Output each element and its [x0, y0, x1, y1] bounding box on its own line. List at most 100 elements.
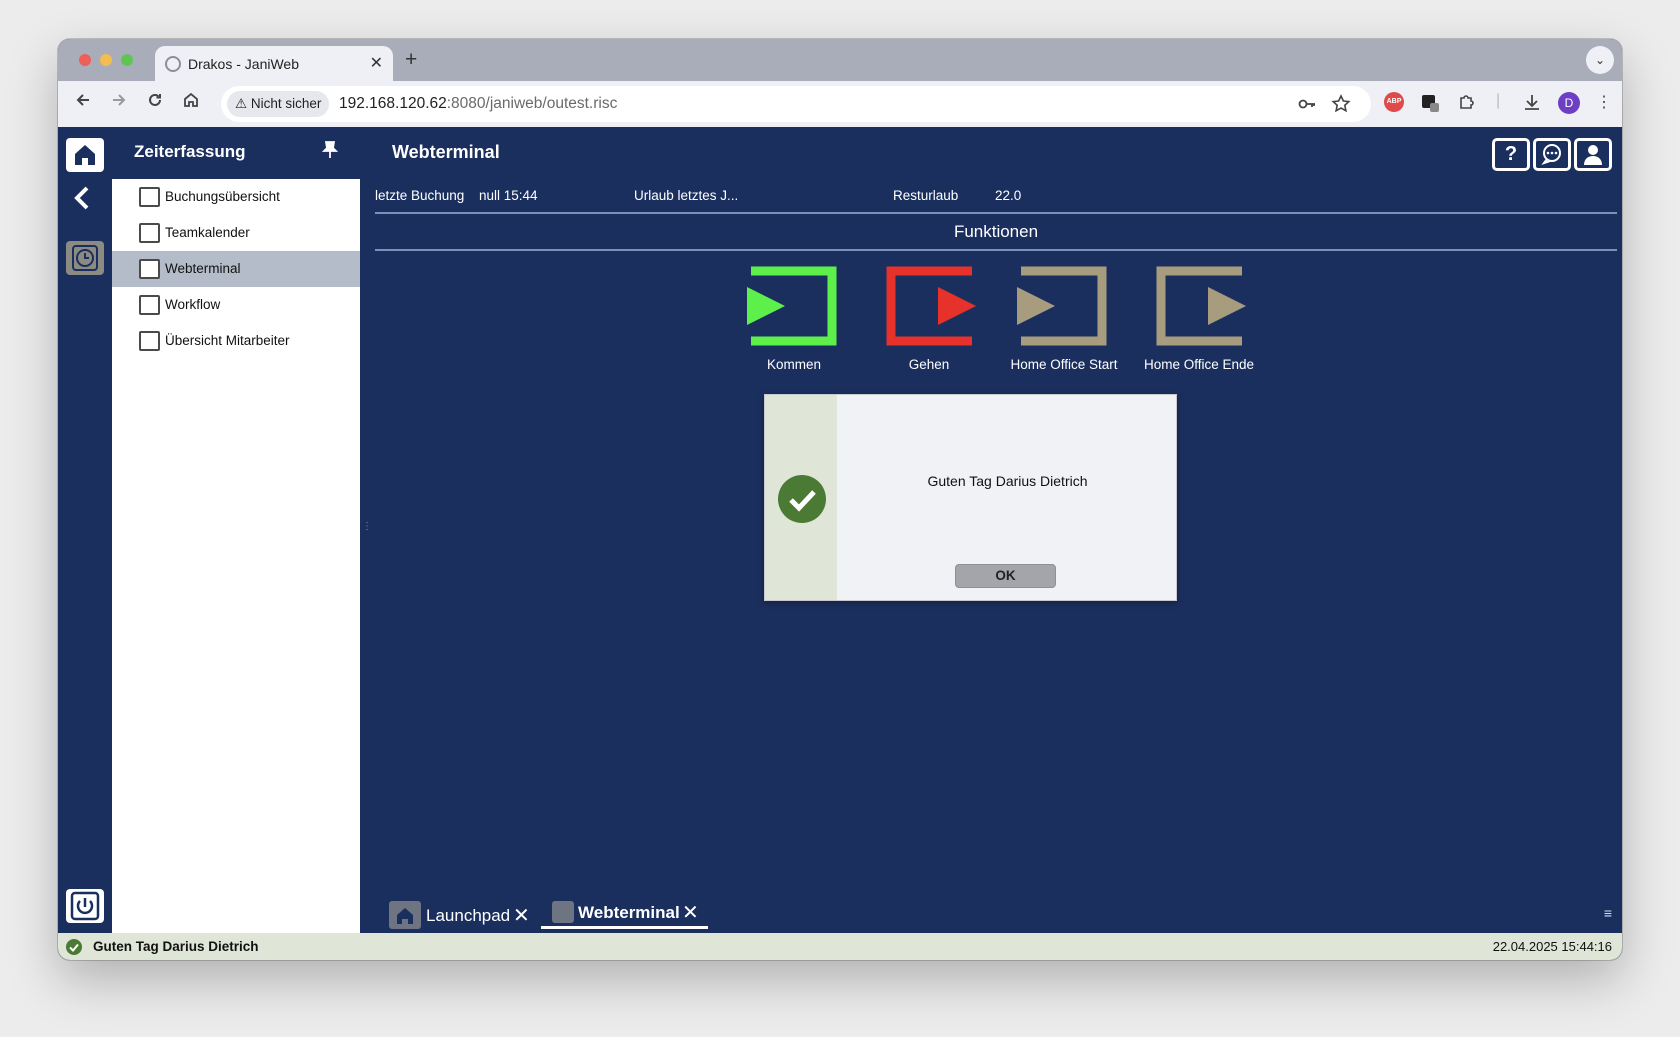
sidebar-item-label: Webterminal	[165, 261, 241, 276]
divider	[375, 212, 1617, 214]
function-home-office-start-button[interactable]: Home Office Start	[1010, 263, 1118, 372]
function-kommen-button[interactable]: Kommen	[747, 263, 841, 372]
function-gehen-button[interactable]: Gehen	[882, 263, 976, 372]
calendar-icon	[139, 223, 160, 243]
user-profile-button[interactable]	[1574, 138, 1612, 171]
adblock-icon[interactable]: ABP	[1384, 92, 1404, 112]
home-office-start-icon	[1017, 266, 1107, 346]
booking-overview-icon	[139, 187, 160, 207]
site-favicon-icon	[165, 56, 181, 72]
url-host: 192.168.120.62	[339, 95, 447, 112]
success-check-icon	[778, 475, 826, 523]
rail-time-tracking-button[interactable]	[66, 241, 104, 275]
bookmark-star-icon[interactable]	[1331, 94, 1351, 119]
terminal-icon	[552, 901, 574, 923]
security-chip[interactable]: ⚠ Nicht sicher	[227, 91, 330, 117]
sidebar-item-uebersicht-mitarbeiter[interactable]: Übersicht Mitarbeiter	[112, 323, 360, 359]
forward-icon[interactable]	[106, 91, 132, 114]
rail-home-button[interactable]	[66, 138, 104, 172]
tab-search-button[interactable]: ⌄	[1586, 46, 1614, 74]
browser-tab-title: Drakos - JaniWeb	[188, 56, 300, 72]
sidebar-item-label: Teamkalender	[165, 225, 250, 240]
help-button[interactable]: ?	[1492, 138, 1530, 171]
close-icon[interactable]: ✕	[513, 903, 530, 928]
function-label: Gehen	[908, 357, 950, 372]
remaining-vacation-label: Resturlaub	[893, 188, 959, 203]
tab-label: Launchpad	[426, 906, 511, 925]
remaining-vacation-value: 22.0	[995, 188, 1022, 203]
sidebar: Buchungsübersicht Teamkalender Webtermin…	[112, 179, 360, 933]
tab-launchpad[interactable]: Launchpad ✕	[389, 899, 530, 931]
address-bar[interactable]: ⚠ Nicht sicher 192.168.120.62:8080/janiw…	[221, 86, 1371, 122]
status-message: Guten Tag Darius Dietrich	[93, 939, 259, 954]
tab-menu-icon[interactable]: ≡	[1604, 905, 1612, 921]
splitter-handle[interactable]: ⋮	[362, 521, 372, 532]
view-title: Webterminal	[392, 142, 500, 162]
workflow-icon	[139, 295, 160, 315]
extension-puzzle-badge-icon[interactable]	[1420, 92, 1442, 119]
terminal-icon	[139, 259, 160, 279]
workspace-tabs: Launchpad ✕ Webterminal ✕ ≡	[363, 893, 1622, 933]
function-home-office-ende-button[interactable]: Home Office Ende	[1144, 263, 1254, 372]
logout-button[interactable]	[66, 889, 104, 923]
maximize-window-button[interactable]	[121, 54, 133, 66]
home-icon	[75, 145, 95, 165]
function-label: Home Office Ende	[1143, 357, 1255, 372]
tab-label: Webterminal	[578, 903, 680, 922]
divider	[375, 249, 1617, 251]
status-bar: Guten Tag Darius Dietrich 22.04.2025 15:…	[58, 933, 1622, 960]
booking-info-row: letzte Buchung null 15:44 Urlaub letztes…	[375, 179, 1617, 212]
sidebar-item-label: Buchungsübersicht	[165, 189, 280, 204]
home-icon	[389, 901, 421, 929]
function-label: Kommen	[766, 357, 822, 372]
download-icon[interactable]	[1522, 92, 1542, 117]
more-menu-icon[interactable]: ⋮	[1596, 92, 1612, 112]
browser-tab-strip: Drakos - JaniWeb ✕ + ⌄	[58, 39, 1622, 81]
url-text[interactable]: 192.168.120.62:8080/janiweb/outest.risc	[339, 95, 617, 113]
chat-icon	[1541, 144, 1561, 165]
last-booking-label: letzte Buchung	[375, 188, 465, 203]
toolbar-divider: |	[1496, 92, 1501, 109]
app-title: Zeiterfassung	[134, 142, 246, 161]
clock-icon	[72, 245, 98, 271]
clock-in-icon	[747, 266, 837, 346]
sidebar-item-label: Übersicht Mitarbeiter	[165, 333, 290, 348]
last-booking-value: null 15:44	[479, 188, 538, 203]
browser-toolbar: ⚠ Nicht sicher 192.168.120.62:8080/janiw…	[58, 81, 1622, 127]
pin-icon[interactable]	[321, 141, 339, 164]
reload-icon[interactable]	[142, 91, 168, 114]
status-check-icon	[66, 939, 82, 955]
browser-window: Drakos - JaniWeb ✕ + ⌄ ⚠ Nicht sicher 19…	[58, 39, 1622, 960]
extensions-icon[interactable]	[1457, 92, 1477, 117]
close-window-button[interactable]	[79, 54, 91, 66]
help-icon: ?	[1504, 143, 1518, 165]
app-root: Zeiterfassung Webterminal ? Buchungsüber…	[58, 127, 1622, 960]
status-datetime: 22.04.2025 15:44:16	[1492, 939, 1612, 954]
sidebar-item-buchungsuebersicht[interactable]: Buchungsübersicht	[112, 179, 360, 215]
password-key-icon[interactable]	[1297, 94, 1317, 119]
sidebar-item-workflow[interactable]: Workflow	[112, 287, 360, 323]
sidebar-item-webterminal[interactable]: Webterminal	[112, 251, 360, 287]
sidebar-item-label: Workflow	[165, 297, 221, 312]
profile-avatar[interactable]: D	[1558, 92, 1580, 114]
chat-button[interactable]	[1533, 138, 1571, 171]
url-path: :8080/janiweb/outest.risc	[446, 95, 618, 112]
minimize-window-button[interactable]	[100, 54, 112, 66]
sidebar-item-teamkalender[interactable]: Teamkalender	[112, 215, 360, 251]
clock-out-icon	[886, 266, 976, 346]
ok-button[interactable]: OK	[955, 564, 1056, 588]
close-icon[interactable]: ✕	[682, 900, 699, 925]
tab-webterminal[interactable]: Webterminal ✕	[541, 897, 708, 929]
security-label: Nicht sicher	[250, 96, 322, 111]
vacation-last-year-label: Urlaub letztes J...	[634, 188, 739, 203]
left-rail	[58, 127, 112, 933]
warning-icon: ⚠	[235, 96, 248, 111]
user-icon	[1584, 145, 1602, 165]
tab-close-icon[interactable]: ✕	[370, 53, 383, 73]
new-tab-button[interactable]: +	[405, 48, 417, 72]
home-icon[interactable]	[178, 91, 204, 114]
function-label: Home Office Start	[1010, 357, 1118, 372]
back-icon[interactable]	[70, 91, 96, 114]
rail-back-button[interactable]	[72, 185, 92, 219]
browser-tab[interactable]: Drakos - JaniWeb ✕	[155, 46, 393, 81]
